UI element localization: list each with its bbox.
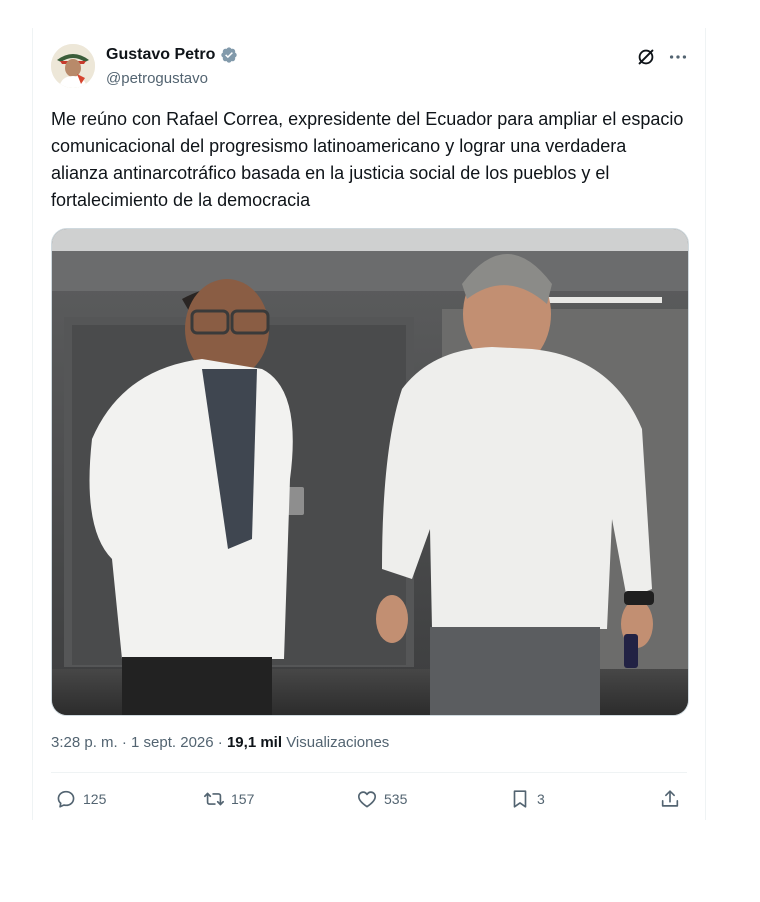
tweet-time[interactable]: 3:28 p. m. [51,734,118,751]
meta-separator-2: · [217,734,223,751]
avatar[interactable] [51,44,95,88]
action-bar: 125 157 535 3 [51,788,687,814]
author-name[interactable]: Gustavo Petro [106,46,215,64]
views-label: Visualizaciones [286,734,390,751]
share-button[interactable] [659,788,681,810]
bookmark-count: 3 [537,791,545,807]
tweet-date[interactable]: 1 sept. 2026 [131,734,214,751]
more-icon[interactable] [667,46,689,68]
share-icon [661,790,679,807]
reply-button[interactable]: 125 [55,788,106,810]
like-icon [357,791,377,808]
retweet-button[interactable]: 157 [203,788,254,810]
views-count: 19,1 mil [226,734,283,751]
tweet-photo[interactable] [51,228,689,716]
like-count: 535 [384,791,408,807]
reply-count: 125 [83,791,107,807]
tweet-text: Me reúno con Rafael Correa, expresidente… [51,109,684,210]
author-name-row: Gustavo Petro [106,46,238,64]
tweet-meta: 3:28 p. m. · 1 sept. 2026 · 19,1 mil Vis… [51,734,389,751]
bookmark-button[interactable]: 3 [509,788,545,810]
retweet-icon [204,792,224,806]
like-button[interactable]: 535 [356,788,407,810]
verified-badge-icon [221,47,238,63]
divider [51,772,687,773]
reply-icon [57,790,75,808]
author-handle[interactable]: @petrogustavo [106,70,208,87]
tweet-card: Gustavo Petro @petrogustavo Me reúno con… [32,28,706,820]
grok-icon[interactable] [635,46,657,68]
retweet-count: 157 [231,791,255,807]
bookmark-icon [513,790,527,808]
meta-separator: · [121,734,127,751]
